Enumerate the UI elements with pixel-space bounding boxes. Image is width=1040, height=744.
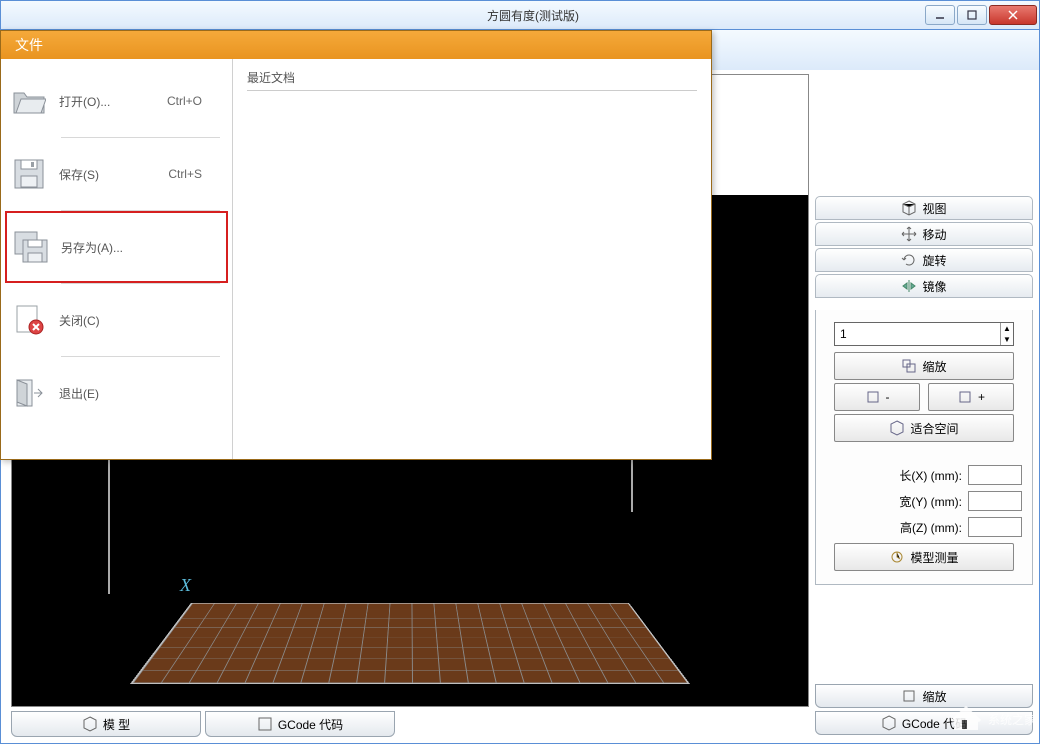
scale-up-button[interactable]: + xyxy=(928,383,1014,411)
menu-item-save-as-label: 另存为(A)... xyxy=(61,239,123,256)
close-button[interactable] xyxy=(989,5,1037,25)
tab-scale-bottom[interactable]: 缩放 xyxy=(815,684,1033,708)
cube-icon xyxy=(901,200,917,216)
house-icon xyxy=(950,706,982,732)
bottom-tabs: 模 型 GCode 代码 xyxy=(11,711,809,737)
length-label: 长(X) (mm): xyxy=(899,467,962,484)
tab-mirror[interactable]: 镜像 xyxy=(815,274,1033,298)
spin-down-icon[interactable]: ▼ xyxy=(1001,334,1013,345)
menu-item-open[interactable]: 打开(O)... Ctrl+O xyxy=(5,65,228,137)
tab-move[interactable]: 移动 xyxy=(815,222,1033,246)
right-panel: 视图 移动 旋转 镜像 ▲ ▼ 缩放 xyxy=(815,74,1033,707)
menu-item-save-label: 保存(S) xyxy=(59,166,99,183)
scale-icon xyxy=(901,688,917,704)
measure-button[interactable]: 模型测量 xyxy=(834,543,1014,571)
width-label: 宽(Y) (mm): xyxy=(899,493,962,510)
scale-icon xyxy=(901,358,917,374)
fit-space-button[interactable]: 适合空间 xyxy=(834,414,1014,442)
recent-documents-panel: 最近文档 xyxy=(233,59,711,459)
scale-panel: ▲ ▼ 缩放 - + 适合空间 xyxy=(815,310,1033,585)
maximize-button[interactable] xyxy=(957,5,987,25)
exit-icon xyxy=(11,375,47,411)
axis-label-x: X xyxy=(180,575,191,596)
grow-icon xyxy=(957,389,973,405)
open-folder-icon xyxy=(11,83,47,119)
ruler-icon xyxy=(889,549,905,565)
minimize-button[interactable] xyxy=(925,5,955,25)
mirror-icon xyxy=(901,278,917,294)
watermark: 系统之家 xyxy=(950,706,1036,732)
file-menu-items: 打开(O)... Ctrl+O 保存(S) Ctrl+S xyxy=(1,59,233,459)
menu-item-exit[interactable]: 退出(E) xyxy=(5,357,228,429)
menu-item-open-label: 打开(O)... xyxy=(59,93,110,110)
menu-item-close-label: 关闭(C) xyxy=(59,312,100,329)
tab-gcode-label: GCode 代码 xyxy=(278,716,343,733)
tab-move-label: 移动 xyxy=(922,226,946,243)
spin-up-icon[interactable]: ▲ xyxy=(1001,323,1013,334)
tab-model[interactable]: 模 型 xyxy=(11,711,201,737)
move-icon xyxy=(901,226,917,242)
menu-item-close[interactable]: 关闭(C) xyxy=(5,284,228,356)
code-icon xyxy=(257,716,273,732)
scale-value-input[interactable] xyxy=(835,323,1000,345)
fit-space-label: 适合空间 xyxy=(910,420,958,437)
file-menu: 文件 打开(O)... Ctrl+O 保存(S) Ctrl+S xyxy=(0,30,712,460)
build-plate xyxy=(130,603,690,684)
recent-documents-header: 最近文档 xyxy=(247,65,697,91)
tab-scale-bottom-label: 缩放 xyxy=(922,688,946,705)
titlebar: 方圆有度(测试版) xyxy=(0,0,1040,30)
save-icon xyxy=(11,156,47,192)
watermark-text: 系统之家 xyxy=(988,711,1036,728)
height-input[interactable] xyxy=(968,517,1022,537)
tab-rotate-label: 旋转 xyxy=(922,252,946,269)
save-as-icon xyxy=(13,229,49,265)
fit-icon xyxy=(889,420,905,436)
tab-view[interactable]: 视图 xyxy=(815,196,1033,220)
file-menu-header[interactable]: 文件 xyxy=(1,31,711,59)
rotate-icon xyxy=(901,252,917,268)
tab-view-label: 视图 xyxy=(922,200,946,217)
height-label: 高(Z) (mm): xyxy=(900,519,962,536)
scale-down-label: - xyxy=(886,390,890,404)
window-title: 方圆有度(测试版) xyxy=(141,7,925,24)
length-input[interactable] xyxy=(968,465,1022,485)
width-input[interactable] xyxy=(968,491,1022,511)
close-file-icon xyxy=(11,302,47,338)
shrink-icon xyxy=(865,389,881,405)
menu-item-open-shortcut: Ctrl+O xyxy=(167,94,202,108)
scale-spinner[interactable]: ▲ ▼ xyxy=(834,322,1014,346)
cube-icon xyxy=(82,716,98,732)
measure-button-label: 模型测量 xyxy=(910,549,958,566)
tab-mirror-label: 镜像 xyxy=(922,278,946,295)
scale-up-label: + xyxy=(978,390,985,404)
tab-rotate[interactable]: 旋转 xyxy=(815,248,1033,272)
scale-down-button[interactable]: - xyxy=(834,383,920,411)
menu-item-exit-label: 退出(E) xyxy=(59,385,99,402)
menu-item-save-shortcut: Ctrl+S xyxy=(168,167,202,181)
scale-button-label: 缩放 xyxy=(922,358,946,375)
menu-item-save[interactable]: 保存(S) Ctrl+S xyxy=(5,138,228,210)
scale-button[interactable]: 缩放 xyxy=(834,352,1014,380)
menu-item-save-as[interactable]: 另存为(A)... xyxy=(5,211,228,283)
cube-icon xyxy=(881,715,897,731)
tab-gcode[interactable]: GCode 代码 xyxy=(205,711,395,737)
tab-model-label: 模 型 xyxy=(103,716,130,733)
